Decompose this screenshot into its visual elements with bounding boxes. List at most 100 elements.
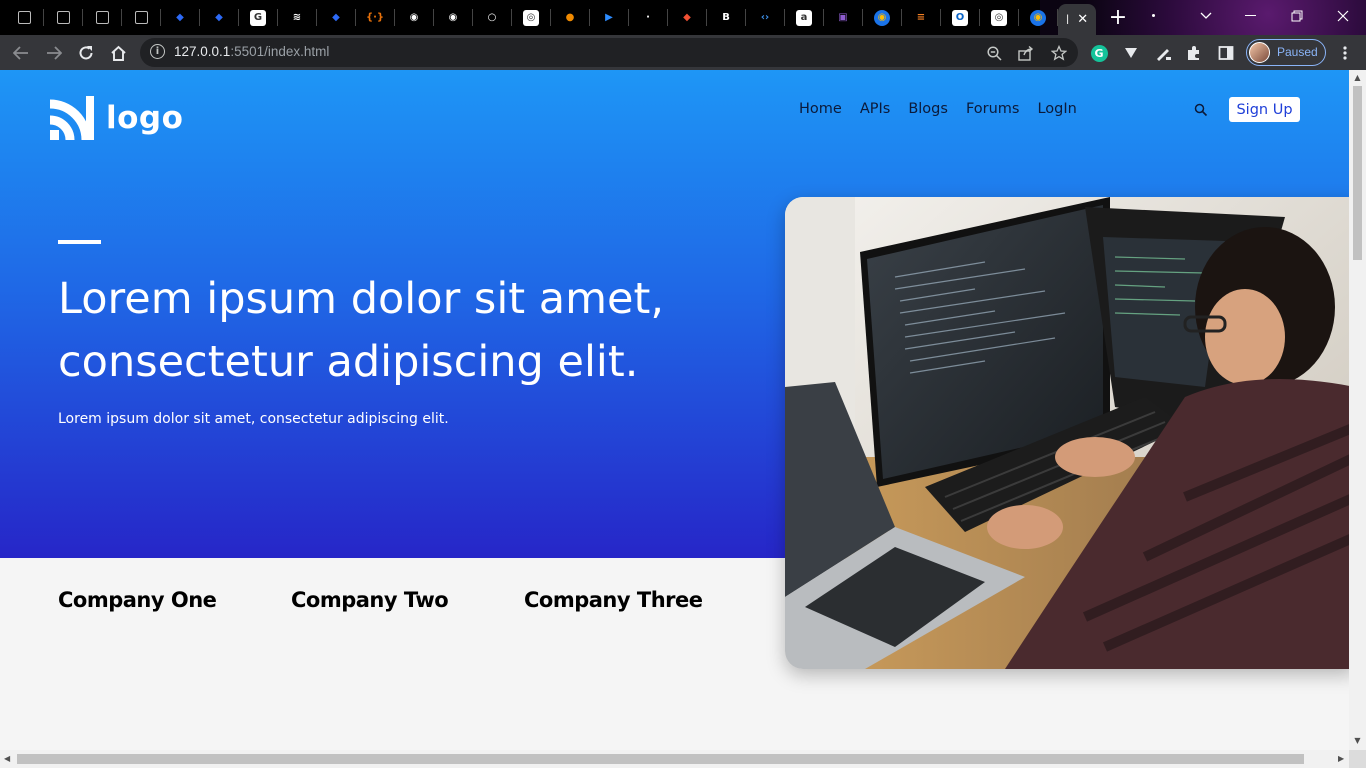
nav-blogs[interactable]: Blogs (908, 101, 948, 117)
nav-apis[interactable]: APIs (860, 101, 891, 117)
url-path: :5501/index.html (230, 44, 330, 59)
reload-button[interactable] (72, 39, 100, 67)
browser-tab[interactable]: ○ (473, 6, 511, 29)
hero-headline-line1: Lorem ipsum dolor sit amet, (58, 274, 665, 324)
hero-image (785, 197, 1349, 669)
scroll-down-icon[interactable]: ▼ (1353, 737, 1362, 745)
browser-tab[interactable]: ◆ (317, 6, 355, 29)
outlook-icon: O (952, 9, 968, 26)
browser-tab[interactable]: O (941, 6, 979, 29)
close-tab-icon[interactable]: ✕ (1077, 12, 1088, 27)
profile-button[interactable]: Paused (1246, 39, 1326, 66)
browser-tab[interactable]: ◉ (1019, 6, 1057, 29)
pen-extension-icon[interactable] (1153, 43, 1173, 63)
browser-tab[interactable]: ◉ (863, 6, 901, 29)
jira-icon: ◆ (176, 11, 184, 23)
minimize-button[interactable] (1228, 0, 1274, 32)
browser-tab[interactable]: ◆ (200, 6, 238, 29)
browser-tab[interactable]: ◎ (512, 6, 550, 29)
share-icon[interactable] (1016, 43, 1036, 63)
browser-toolbar: i 127.0.0.1:5501/index.html G Paused (0, 35, 1366, 70)
avatar (1249, 42, 1270, 63)
browser-tab[interactable]: ≡ (902, 6, 940, 29)
site-info-icon[interactable]: i (150, 44, 165, 59)
more-menu-icon[interactable] (1335, 43, 1355, 63)
tab-search-chevron-icon[interactable] (1183, 0, 1229, 32)
browser-tab[interactable]: ◆ (668, 6, 706, 29)
scroll-up-icon[interactable]: ▲ (1353, 74, 1362, 82)
search-icon[interactable] (1194, 102, 1210, 118)
nav-login[interactable]: LogIn (1037, 101, 1076, 117)
scroll-right-icon[interactable]: ▶ (1338, 754, 1346, 764)
horizontal-scroll-thumb[interactable] (17, 754, 1304, 764)
browser-tab[interactable] (122, 6, 160, 29)
browser-tab[interactable]: {·} (356, 6, 394, 29)
url-host: 127.0.0.1 (174, 44, 231, 59)
browser-tab[interactable]: ◎ (980, 6, 1018, 29)
jira-icon: ◆ (332, 11, 340, 23)
extensions-puzzle-icon[interactable] (1184, 43, 1204, 63)
logo-text: logo (106, 100, 184, 136)
address-bar[interactable]: i 127.0.0.1:5501/index.html (140, 38, 1078, 67)
nav-forums[interactable]: Forums (966, 101, 1020, 117)
home-button[interactable] (104, 39, 132, 67)
filter-extension-icon[interactable] (1121, 43, 1141, 63)
restore-button[interactable] (1274, 0, 1320, 32)
globe-icon: ◉ (409, 11, 419, 23)
browser-tab[interactable]: ‹› (746, 6, 784, 29)
vertical-scrollbar[interactable]: ▲ ▼ (1349, 70, 1366, 750)
json-icon: {·} (365, 11, 385, 23)
active-tab-title: l (1065, 12, 1070, 27)
star-decoration (1152, 14, 1155, 17)
browser-tab[interactable]: ● (551, 6, 589, 29)
horizontal-scrollbar[interactable]: ◀ ▶ (0, 750, 1366, 768)
browser-tab[interactable]: ◉ (395, 6, 433, 29)
browser-tab[interactable]: ◉ (434, 6, 472, 29)
bitbucket-icon: B (722, 11, 730, 23)
forward-button[interactable] (40, 39, 68, 67)
url-text[interactable]: 127.0.0.1:5501/index.html (174, 44, 329, 59)
browser-tab[interactable] (5, 6, 43, 29)
git-icon: ◆ (683, 11, 691, 23)
layers-icon: ≋ (292, 11, 302, 23)
site-logo[interactable]: logo (49, 96, 184, 141)
hero-headline: Lorem ipsum dolor sit amet, consectetur … (58, 268, 758, 394)
browser-tab[interactable] (83, 6, 121, 29)
sign-up-button[interactable]: Sign Up (1229, 97, 1300, 122)
scroll-left-icon[interactable]: ◀ (4, 754, 12, 764)
bookmark-star-icon[interactable] (1049, 43, 1069, 63)
browser-tab[interactable]: a (785, 6, 823, 29)
browser-tab[interactable]: B (707, 6, 745, 29)
browser-tab[interactable] (44, 6, 82, 29)
browser-tab[interactable]: · (629, 6, 667, 29)
logo-icon (49, 96, 94, 141)
nav-home[interactable]: Home (799, 101, 842, 117)
browser-tab[interactable]: ▣ (824, 6, 862, 29)
browser-tab[interactable]: G (239, 6, 277, 29)
blank-square-icon (56, 11, 70, 24)
active-tab[interactable]: l ✕ (1058, 4, 1096, 35)
company-three: Company Three (524, 588, 703, 612)
grammarly-icon[interactable]: G (1089, 43, 1109, 63)
side-panel-icon[interactable] (1216, 43, 1236, 63)
dark-icon: · (646, 11, 650, 23)
zoom-icon[interactable] (984, 43, 1004, 63)
vertical-scroll-thumb[interactable] (1353, 86, 1362, 260)
purple-icon: ▣ (838, 11, 848, 23)
browser-tab[interactable]: ▶ (590, 6, 628, 29)
new-tab-button[interactable]: + (1103, 5, 1133, 30)
scrollbar-corner (1349, 750, 1366, 768)
browser-tab[interactable]: ◆ (161, 6, 199, 29)
chrome-yellow-icon: ◉ (1030, 9, 1046, 26)
close-window-button[interactable] (1320, 0, 1366, 32)
browser-tab[interactable]: ≋ (278, 6, 316, 29)
stackoverflow-icon: ≡ (916, 11, 926, 23)
profile-status: Paused (1277, 45, 1318, 59)
hero-headline-line2: consectetur adipiscing elit. (58, 337, 639, 387)
home-icon (110, 45, 126, 61)
back-button[interactable] (7, 39, 35, 67)
google-icon: G (250, 9, 266, 26)
back-arrow-icon (13, 46, 28, 60)
amazon-icon: a (796, 9, 812, 26)
vision-icon: ◎ (991, 9, 1007, 26)
